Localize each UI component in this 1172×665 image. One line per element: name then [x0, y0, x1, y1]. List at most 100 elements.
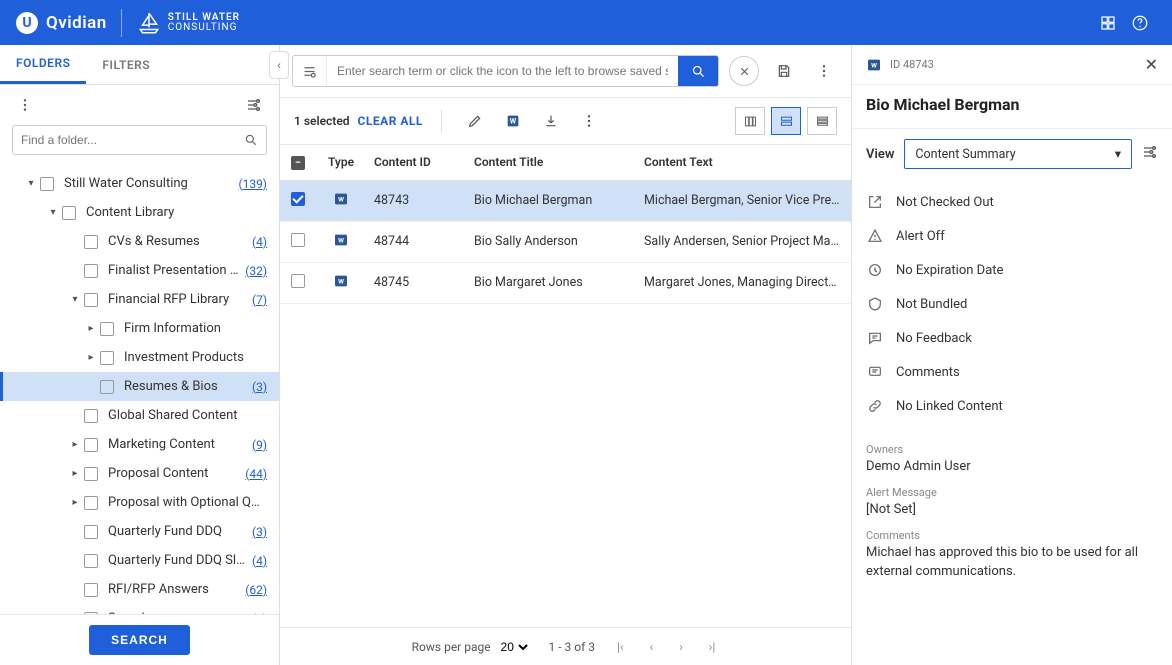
more-vertical-icon[interactable]: [574, 106, 604, 136]
tree-row[interactable]: ▸Marketing Content(9): [0, 430, 279, 459]
details-item[interactable]: Not Bundled: [866, 287, 1158, 321]
tree-row[interactable]: ▾Financial RFP Library(7): [0, 285, 279, 314]
chevron-icon[interactable]: ▸: [82, 352, 100, 363]
chevron-icon[interactable]: ▸: [66, 439, 84, 450]
tree-row[interactable]: Quarterly Fund DDQ(3): [0, 517, 279, 546]
select-all-checkbox[interactable]: −: [291, 156, 305, 170]
folder-checkbox[interactable]: [84, 496, 98, 510]
tab-filters[interactable]: FILTERS: [86, 45, 166, 84]
tune-icon[interactable]: [1142, 144, 1158, 164]
tree-row[interactable]: ▸Proposal with Optional Q&A Doc Type: [0, 488, 279, 517]
tab-folders[interactable]: FOLDERS: [0, 45, 86, 84]
folder-count[interactable]: (4): [252, 554, 267, 568]
grid-view-icon[interactable]: [1092, 7, 1124, 39]
clear-search-icon[interactable]: [729, 56, 759, 86]
folder-checkbox[interactable]: [84, 409, 98, 423]
tree-row[interactable]: ▸Firm Information: [0, 314, 279, 343]
tree-row[interactable]: Resumes & Bios(3): [0, 372, 279, 401]
tree-row[interactable]: ▸Proposal Content(44): [0, 459, 279, 488]
app-logo[interactable]: U Qvidian: [16, 12, 107, 34]
row-checkbox[interactable]: [291, 233, 305, 247]
row-checkbox[interactable]: [291, 274, 305, 288]
folder-checkbox[interactable]: [100, 322, 114, 336]
tune-icon[interactable]: [241, 92, 267, 118]
chevron-icon[interactable]: ▾: [66, 294, 84, 305]
chevron-icon[interactable]: ▾: [22, 178, 40, 189]
tree-row[interactable]: ▾Still Water Consulting(139): [0, 169, 279, 198]
details-item[interactable]: No Linked Content: [866, 389, 1158, 423]
view-columns-icon[interactable]: [735, 107, 765, 135]
saved-search-icon[interactable]: [293, 56, 327, 86]
save-search-icon[interactable]: [769, 56, 799, 86]
folder-count[interactable]: (32): [245, 264, 267, 278]
pager-prev-icon[interactable]: ‹: [646, 640, 658, 654]
details-item[interactable]: Not Checked Out: [866, 185, 1158, 219]
view-compact-icon[interactable]: [807, 107, 837, 135]
folder-checkbox[interactable]: [84, 583, 98, 597]
search-go-button[interactable]: [678, 56, 718, 86]
help-icon[interactable]: [1124, 7, 1156, 39]
folder-count[interactable]: (4): [252, 235, 267, 249]
tree-row[interactable]: ▸Investment Products: [0, 343, 279, 372]
details-item[interactable]: No Expiration Date: [866, 253, 1158, 287]
table-row[interactable]: W48743Bio Michael BergmanMichael Bergman…: [280, 180, 851, 221]
row-checkbox[interactable]: [291, 192, 305, 206]
folder-count[interactable]: (9): [252, 438, 267, 452]
folder-checkbox[interactable]: [100, 380, 114, 394]
col-content-title[interactable]: Content Title: [466, 145, 636, 180]
details-item[interactable]: Alert Off: [866, 219, 1158, 253]
pager-next-icon[interactable]: ›: [675, 640, 687, 654]
tree-row[interactable]: CVs & Resumes(4): [0, 227, 279, 256]
pager-last-icon[interactable]: ›|: [705, 640, 720, 654]
details-item[interactable]: No Feedback: [866, 321, 1158, 355]
more-vertical-icon[interactable]: [809, 56, 839, 86]
more-vertical-icon[interactable]: [12, 92, 38, 118]
chevron-icon[interactable]: ▸: [82, 323, 100, 334]
folder-checkbox[interactable]: [62, 206, 76, 220]
folder-checkbox[interactable]: [40, 177, 54, 191]
word-export-icon[interactable]: W: [498, 106, 528, 136]
view-select[interactable]: Content Summary ▾: [904, 139, 1132, 169]
folder-checkbox[interactable]: [84, 264, 98, 278]
chevron-icon[interactable]: ▸: [66, 468, 84, 479]
chevron-icon[interactable]: ▸: [66, 497, 84, 508]
col-content-id[interactable]: Content ID: [366, 145, 466, 180]
client-logo[interactable]: STILL WATER CONSULTING: [136, 10, 240, 36]
download-icon[interactable]: [536, 106, 566, 136]
tree-row[interactable]: ▾Content Library: [0, 198, 279, 227]
col-content-text[interactable]: Content Text: [636, 145, 851, 180]
tree-row[interactable]: Finalist Presentation Slides(32): [0, 256, 279, 285]
clear-all-button[interactable]: CLEAR ALL: [358, 114, 423, 128]
rpp-select[interactable]: 20: [497, 639, 531, 655]
folder-count[interactable]: (7): [252, 293, 267, 307]
folder-checkbox[interactable]: [100, 351, 114, 365]
col-type[interactable]: Type: [316, 145, 366, 180]
folder-checkbox[interactable]: [84, 438, 98, 452]
tree-row[interactable]: Global Shared Content: [0, 401, 279, 430]
folder-checkbox[interactable]: [84, 525, 98, 539]
details-item[interactable]: Comments: [866, 355, 1158, 389]
folder-count[interactable]: (3): [252, 525, 267, 539]
folder-count[interactable]: (44): [245, 467, 267, 481]
collapse-sidebar-button[interactable]: ‹: [269, 51, 289, 79]
folder-checkbox[interactable]: [84, 467, 98, 481]
edit-icon[interactable]: [460, 106, 490, 136]
close-icon[interactable]: ✕: [1145, 55, 1158, 74]
tree-row[interactable]: Samples(5): [0, 604, 279, 614]
chevron-icon[interactable]: ▾: [44, 207, 62, 218]
view-list-icon[interactable]: [771, 107, 801, 135]
tree-row[interactable]: Quarterly Fund DDQ Slides(4): [0, 546, 279, 575]
search-button[interactable]: SEARCH: [89, 625, 190, 655]
folder-search-box[interactable]: [12, 125, 267, 155]
table-row[interactable]: W48745Bio Margaret JonesMargaret Jones, …: [280, 262, 851, 303]
folder-count[interactable]: (3): [252, 380, 267, 394]
folder-checkbox[interactable]: [84, 293, 98, 307]
content-search-input[interactable]: [327, 64, 678, 78]
folder-search-input[interactable]: [21, 133, 244, 147]
folder-count[interactable]: (62): [245, 583, 267, 597]
tree-row[interactable]: RFI/RFP Answers(62): [0, 575, 279, 604]
folder-count[interactable]: (139): [238, 177, 267, 191]
pager-first-icon[interactable]: |‹: [613, 640, 628, 654]
folder-checkbox[interactable]: [84, 235, 98, 249]
table-row[interactable]: W48744Bio Sally AndersonSally Andersen, …: [280, 221, 851, 262]
